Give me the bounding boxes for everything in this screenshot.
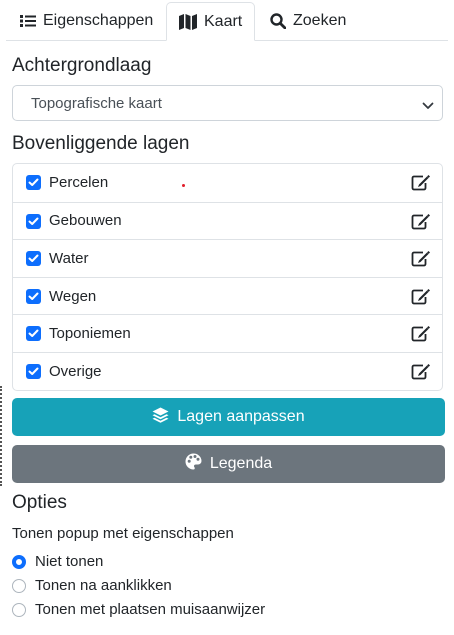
radio-button[interactable] xyxy=(12,578,26,593)
popup-label: Tonen popup met eigenschappen xyxy=(12,525,234,542)
tab-bar: Eigenschappen Kaart Zoeken xyxy=(6,2,448,41)
tab-label: Zoeken xyxy=(293,11,347,29)
layer-checkbox[interactable] xyxy=(26,251,41,267)
edit-icon[interactable] xyxy=(411,363,431,385)
tab-eigenschappen[interactable]: Eigenschappen xyxy=(8,2,165,39)
tab-label: Kaart xyxy=(204,12,243,30)
layer-item-percelen: Percelen xyxy=(13,164,442,202)
radio-label: Tonen met plaatsen muisaanwijzer xyxy=(35,601,266,618)
layer-item-wegen: Wegen xyxy=(13,276,442,315)
radio-niet-tonen[interactable]: Niet tonen xyxy=(12,553,103,570)
radio-button[interactable] xyxy=(12,602,26,617)
palette-icon xyxy=(185,453,202,475)
layer-checkbox[interactable] xyxy=(26,326,41,342)
layers-icon xyxy=(152,407,169,428)
panel-edge xyxy=(0,386,3,486)
edit-icon[interactable] xyxy=(411,325,431,347)
layer-label: Gebouwen xyxy=(49,212,122,230)
tab-kaart[interactable]: Kaart xyxy=(166,2,256,41)
edit-icon[interactable] xyxy=(411,250,431,272)
map-icon xyxy=(179,13,197,30)
layer-label: Percelen xyxy=(49,174,109,192)
layer-item-toponiemen: Toponiemen xyxy=(13,314,442,352)
layer-checkbox[interactable] xyxy=(26,288,41,304)
button-label: Legenda xyxy=(209,455,273,472)
layer-label: Water xyxy=(49,249,89,267)
edit-icon[interactable] xyxy=(411,288,431,310)
layer-item-gebouwen: Gebouwen xyxy=(13,201,442,240)
radio-tonen-met-muisaanwijzer[interactable]: Tonen met plaatsen muisaanwijzer xyxy=(12,601,265,618)
layer-checkbox[interactable] xyxy=(26,363,41,379)
layer-label: Overige xyxy=(49,362,102,380)
radio-button[interactable] xyxy=(12,554,26,569)
radio-label: Niet tonen xyxy=(35,553,104,570)
tab-label: Eigenschappen xyxy=(43,11,154,29)
search-icon xyxy=(270,12,286,29)
overlay-layers-heading: Bovenliggende lagen xyxy=(12,133,190,154)
layer-item-water: Water xyxy=(13,239,442,277)
layer-item-overige: Overige xyxy=(13,351,442,390)
radio-label: Tonen na aanklikken xyxy=(35,577,172,594)
tab-zoeken[interactable]: Zoeken xyxy=(258,2,358,39)
overlay-layer-list: Percelen Gebouwen Water Wegen Toponiemen… xyxy=(12,163,443,391)
background-layer-heading: Achtergrondlaag xyxy=(12,55,152,76)
options-heading: Opties xyxy=(12,492,67,513)
map-panel: Eigenschappen Kaart Zoeken Achtergrondla… xyxy=(0,0,454,635)
layer-label: Toponiemen xyxy=(49,325,131,343)
button-label: Lagen aanpassen xyxy=(177,408,305,425)
list-icon xyxy=(20,14,36,28)
layer-label: Wegen xyxy=(49,287,97,305)
adjust-layers-button[interactable]: Lagen aanpassen xyxy=(12,398,445,436)
chevron-down-icon xyxy=(422,98,434,115)
background-layer-value: Topografische kaart xyxy=(31,94,162,112)
radio-tonen-na-aanklikken[interactable]: Tonen na aanklikken xyxy=(12,577,172,594)
legend-button[interactable]: Legenda xyxy=(12,445,445,483)
cursor-dot xyxy=(182,184,185,187)
background-layer-select[interactable]: Topografische kaart xyxy=(12,85,443,121)
edit-icon[interactable] xyxy=(411,213,431,235)
edit-icon[interactable] xyxy=(411,174,431,196)
layer-checkbox[interactable] xyxy=(26,175,41,190)
layer-checkbox[interactable] xyxy=(26,213,41,229)
